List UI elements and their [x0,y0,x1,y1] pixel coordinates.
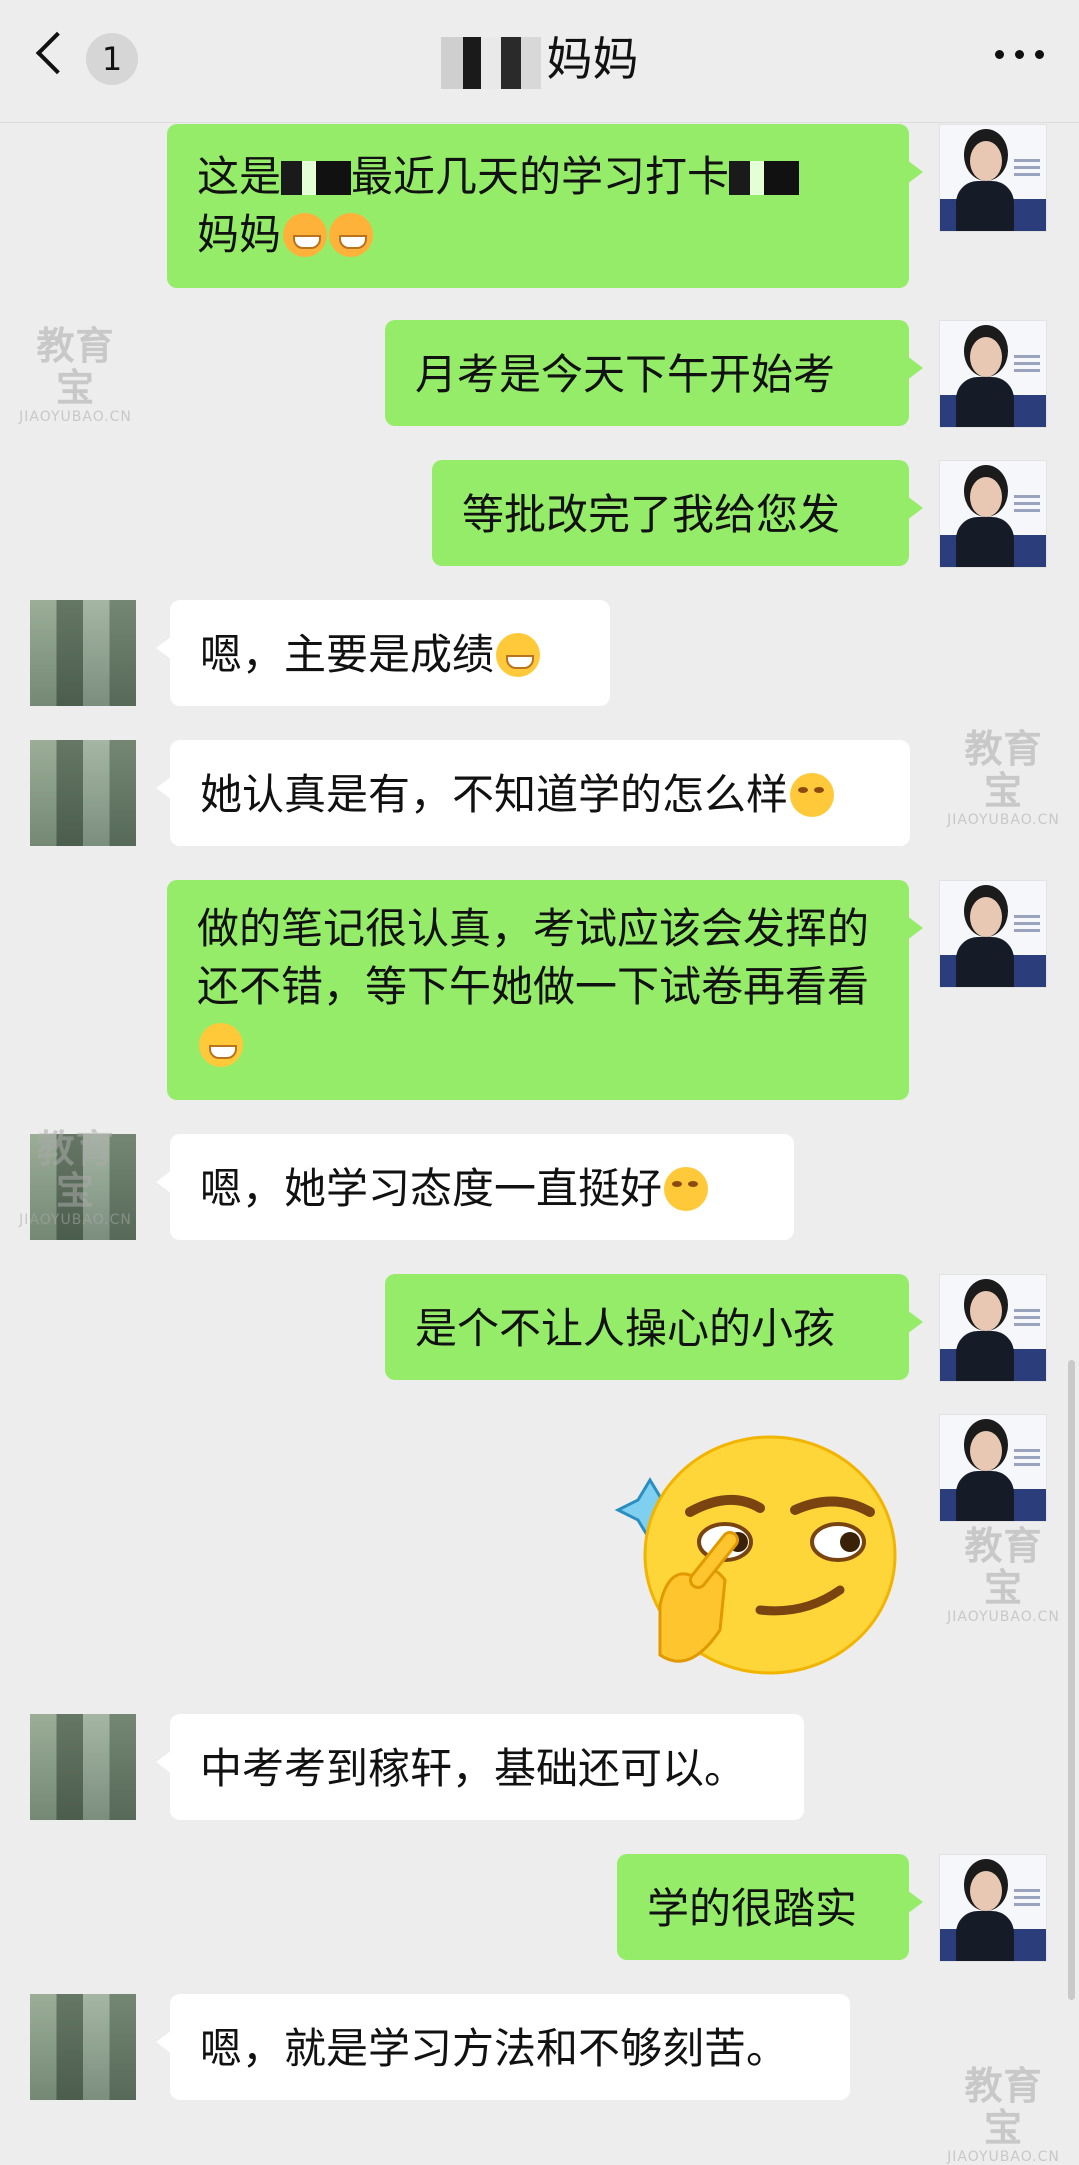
message-bubble-self[interactable]: 这是 最近几天的学习打卡 妈妈 [167,124,923,288]
chat-title: 妈妈 [0,22,1079,96]
watermark: 教育宝 JIAOYUBAO.CN [946,1525,1061,1625]
message-row: 嗯，主要是成绩 [0,598,1079,708]
message-row: 是个不让人操心的小孩 [0,1272,1079,1382]
avatar-other[interactable] [30,1134,136,1240]
message-text: 她认真是有，不知道学的怎么样 [200,770,789,819]
watermark-title: 教育宝 [964,1524,1043,1610]
scrollbar[interactable] [1068,1360,1075,2000]
message-text: 月考是今天下午开始考 [415,350,836,399]
avatar-self[interactable] [939,460,1047,568]
message-text: 做的笔记很认真，考试应该会发挥的还不错，等下午她做一下试卷再看看 [197,904,870,1011]
avatar-self[interactable] [939,1854,1047,1962]
message-bubble-self[interactable]: 等批改完了我给您发 [432,460,923,566]
avatar-self[interactable] [939,1274,1047,1382]
message-row [0,1412,1079,1522]
message-bubble-self[interactable]: 月考是今天下午开始考 [385,320,923,426]
thinking-face-sticker[interactable] [610,1430,910,1690]
message-bubble-self[interactable]: 学的很踏实 [617,1854,923,1960]
avatar-self[interactable] [939,320,1047,428]
message-text: 学的很踏实 [647,1884,858,1933]
message-bubble-other[interactable]: 中考考到稼轩，基础还可以。 [156,1714,804,1820]
message-text: 嗯，她学习态度一直挺好 [200,1164,663,1213]
message-text: 这是 [197,152,282,201]
watermark-domain: JIAOYUBAO.CN [947,2149,1060,2165]
message-row: 这是 最近几天的学习打卡 妈妈 [0,122,1079,292]
chat-title-text: 妈妈 [546,32,639,86]
thinking-emoji-icon [664,1167,709,1211]
message-row: 她认真是有，不知道学的怎么样 [0,738,1079,848]
message-bubble-other[interactable]: 嗯，她学习态度一直挺好 [156,1134,794,1240]
pixelated-name-mosaic [440,36,541,89]
message-bubble-other[interactable]: 嗯，就是学习方法和不够刻苦。 [156,1994,850,2100]
message-row: 学的很踏实 [0,1852,1079,1962]
message-bubble-other[interactable]: 嗯，主要是成绩 [156,600,610,706]
folded-hands-emoji-icon [283,213,328,257]
folded-hands-emoji-icon [329,213,374,257]
grinning-emoji-icon [496,633,541,677]
message-text: 等批改完了我给您发 [462,490,841,539]
message-row: 做的笔记很认真，考试应该会发挥的还不错，等下午她做一下试卷再看看 [0,878,1079,1103]
message-bubble-self[interactable]: 是个不让人操心的小孩 [385,1274,923,1380]
message-row: 嗯，就是学习方法和不够刻苦。 [0,1992,1079,2102]
avatar-self[interactable] [939,880,1047,988]
message-row: 等批改完了我给您发 [0,458,1079,568]
avatar-self[interactable] [939,1414,1047,1522]
message-row: 中考考到稼轩，基础还可以。 [0,1712,1079,1822]
pixelated-name-mosaic [729,161,800,195]
avatar-other[interactable] [30,1714,136,1820]
thinking-emoji-icon [790,773,835,817]
watermark-domain: JIAOYUBAO.CN [947,1609,1060,1625]
message-text: 妈妈 [197,210,282,259]
message-text: 是个不让人操心的小孩 [415,1304,836,1353]
grinning-emoji-icon [199,1023,243,1067]
message-row: 月考是今天下午开始考 [0,318,1079,428]
message-bubble-other[interactable]: 她认真是有，不知道学的怎么样 [156,740,910,846]
more-options-icon[interactable] [995,50,1045,60]
message-text: 嗯，主要是成绩 [200,630,495,679]
chat-header: 1 妈妈 [0,0,1079,123]
pixelated-name-mosaic [281,161,352,195]
message-bubble-self[interactable]: 做的笔记很认真，考试应该会发挥的还不错，等下午她做一下试卷再看看 [167,880,923,1100]
avatar-other[interactable] [30,740,136,846]
message-text: 中考考到稼轩，基础还可以。 [200,1744,747,1793]
avatar-other[interactable] [30,600,136,706]
message-text: 最近几天的学习打卡 [351,152,730,201]
avatar-self[interactable] [939,124,1047,232]
message-text: 嗯，就是学习方法和不够刻苦。 [200,2024,789,2073]
message-row: 嗯，她学习态度一直挺好 [0,1132,1079,1242]
avatar-other[interactable] [30,1994,136,2100]
